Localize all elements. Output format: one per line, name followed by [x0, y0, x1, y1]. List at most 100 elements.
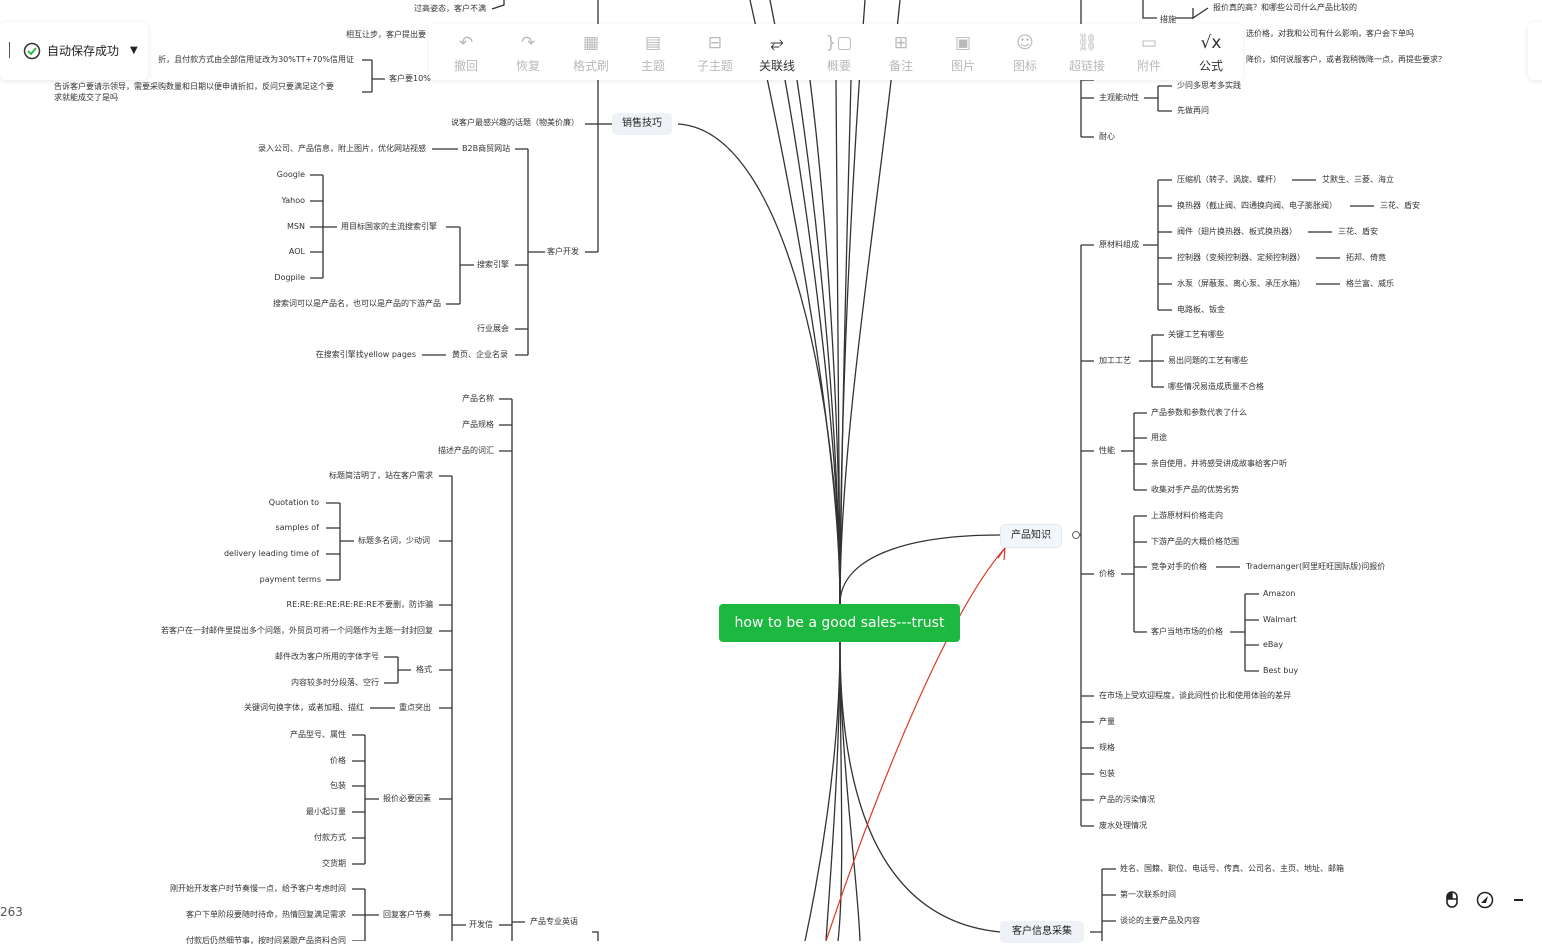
mouse-icon[interactable]: [1443, 891, 1461, 909]
node-text[interactable]: 包装: [1099, 769, 1115, 779]
node-text[interactable]: 谈论的主要产品及内容: [1120, 916, 1200, 926]
node-text[interactable]: 水泵（屏蔽泵、离心泵、承压水箱）: [1177, 279, 1305, 289]
node-text[interactable]: 姓名、国籍、职位、电话号、传真、公司名、主页、地址、邮箱: [1120, 864, 1344, 874]
node-engine[interactable]: MSN: [287, 222, 305, 232]
node-text[interactable]: 原材料组成: [1099, 240, 1139, 250]
node-engine[interactable]: Dogpile: [274, 273, 305, 283]
node-text[interactable]: 录入公司、产品信息，附上图片，优化网站视感: [258, 144, 426, 154]
node-text[interactable]: 最小起订量: [306, 807, 346, 817]
node-engine[interactable]: AOL: [289, 247, 305, 257]
node-text[interactable]: 易出问题的工艺有哪些: [1168, 356, 1248, 366]
node-shop[interactable]: Best buy: [1263, 666, 1298, 676]
format-brush-button[interactable]: ▦ 格式刷: [563, 32, 619, 74]
node-text[interactable]: 拓邦、倚竟: [1346, 253, 1386, 263]
node-text[interactable]: 付款方式: [314, 833, 346, 843]
node-text[interactable]: 三花、盾安: [1380, 201, 1420, 211]
node-text[interactable]: 若客户在一封邮件里提出多个问题，外贸员可将一个问题作为主题一封封回复: [161, 626, 433, 636]
node-text[interactable]: 用目标国家的主流搜索引擎: [341, 222, 437, 232]
node-text[interactable]: 关键工艺有哪些: [1168, 330, 1224, 340]
caret-down-icon[interactable]: ▼: [130, 43, 138, 59]
subtopic-button[interactable]: ⊟ 子主题: [687, 32, 743, 74]
node-text[interactable]: Trademanger(阿里旺旺国际版)问报价: [1246, 562, 1385, 572]
node-text[interactable]: 收集对手产品的优势劣势: [1151, 485, 1239, 495]
image-button[interactable]: ▣ 图片: [935, 32, 991, 74]
branch-sales-skills[interactable]: 销售技巧: [612, 113, 672, 135]
branch-customer-info[interactable]: 客户信息采集: [1000, 921, 1084, 943]
node-text[interactable]: 行业展会: [477, 324, 509, 334]
icon-button[interactable]: ☺ 图标: [997, 32, 1053, 74]
node-text[interactable]: 产品名称: [462, 394, 494, 404]
node-text[interactable]: 求就能成交了是吗: [54, 93, 118, 103]
node-text[interactable]: 开发信: [469, 920, 493, 930]
node-text[interactable]: 搜索引擎: [477, 260, 509, 270]
node-text[interactable]: 耐心: [1099, 132, 1115, 142]
node-text[interactable]: 性能: [1099, 446, 1115, 456]
redo-button[interactable]: ↷ 恢复: [500, 32, 556, 74]
node-text[interactable]: 黄页、企业名录: [452, 350, 508, 360]
undo-button[interactable]: ↶ 撤回: [438, 32, 494, 74]
branch-product-knowledge[interactable]: 产品知识: [1000, 524, 1062, 548]
node-text[interactable]: 说客户最感兴趣的话题（物美价廉）: [451, 118, 579, 128]
node-text[interactable]: 在搜索引擎找yellow pages: [316, 350, 416, 360]
node-text[interactable]: 产品型号、属性: [290, 730, 346, 740]
node-text[interactable]: 主观能动性: [1099, 93, 1139, 103]
node-text[interactable]: 少问多思考多实践: [1177, 81, 1241, 91]
node-text[interactable]: 标题多名词，少动词: [358, 536, 430, 546]
node-text[interactable]: 价格: [1099, 569, 1115, 579]
node-text[interactable]: 产品参数和参数代表了什么: [1151, 408, 1247, 418]
node-text[interactable]: 过高姿态，客户不满: [414, 4, 486, 14]
node-text[interactable]: 产品专业英语: [530, 917, 578, 927]
node-text[interactable]: 相互让步，客户提出要: [346, 30, 426, 40]
node-text[interactable]: 第一次联系时间: [1120, 890, 1176, 900]
node-text[interactable]: 控制器（变频控制器、定频控制器）: [1177, 253, 1305, 263]
node-text[interactable]: 回复客户节奏: [383, 910, 431, 920]
node-text[interactable]: 废水处理情况: [1099, 821, 1147, 831]
node-text[interactable]: 哪些情况易造成质量不合格: [1168, 382, 1264, 392]
node-engine[interactable]: Yahoo: [281, 196, 305, 206]
node-text[interactable]: 三花、盾安: [1338, 227, 1378, 237]
locate-icon[interactable]: [1476, 891, 1494, 909]
node-text[interactable]: 压缩机（转子、涡旋、螺杆）: [1177, 175, 1281, 185]
node-text[interactable]: 产品的污染情况: [1099, 795, 1155, 805]
node-text[interactable]: B2B商贸网站: [462, 144, 510, 154]
node-text[interactable]: payment terms: [260, 575, 321, 585]
node-text[interactable]: Quotation to: [269, 498, 319, 508]
node-text[interactable]: 内容较多时分段落、空行: [291, 678, 379, 688]
attachment-button[interactable]: ▭ 附件: [1121, 32, 1177, 74]
node-text[interactable]: 先做再问: [1177, 106, 1209, 116]
node-text[interactable]: 标题简洁明了，站在客户需求: [329, 471, 433, 481]
node-text[interactable]: delivery leading time of: [224, 549, 319, 559]
node-text[interactable]: 选价格，对我和公司有什么影响，客户会下单吗: [1246, 29, 1414, 39]
node-text[interactable]: 竞争对手的价格: [1151, 562, 1207, 572]
node-text[interactable]: 报价真的高？和哪些公司什么产品比较的: [1213, 3, 1357, 13]
node-text[interactable]: 格式: [416, 665, 432, 675]
node-text[interactable]: 描述产品的词汇: [438, 446, 494, 456]
central-topic[interactable]: how to be a good sales---trust: [719, 604, 960, 642]
node-text[interactable]: 降价，如何说服客户，或者我稍微降一点，再提些要求？: [1246, 55, 1446, 65]
relation-line-button[interactable]: ⥂ 关联线: [749, 32, 805, 74]
node-text[interactable]: 搜索词可以是产品名，也可以是产品的下游产品: [273, 299, 441, 309]
node-text[interactable]: 下游产品的大概价格范围: [1151, 537, 1239, 547]
node-shop[interactable]: Amazon: [1263, 589, 1295, 599]
node-text[interactable]: 价格: [330, 756, 346, 766]
node-text[interactable]: 上游原材料价格走向: [1151, 511, 1223, 521]
node-text[interactable]: 用途: [1151, 433, 1167, 443]
node-text[interactable]: 客户要10%: [389, 74, 431, 84]
node-text[interactable]: 规格: [1099, 743, 1115, 753]
node-text[interactable]: 付款后仍然细节事，按时间紧跟产品资料合同: [186, 936, 346, 946]
node-text[interactable]: 电路板、钣金: [1177, 305, 1225, 315]
node-text[interactable]: 艾默生、三菱、海立: [1322, 175, 1394, 185]
node-text[interactable]: RE:RE:RE:RE:RE:RE:RE不要删，防诈骗: [287, 600, 433, 610]
note-button[interactable]: ⊞ 备注: [873, 32, 929, 74]
zoom-out-icon[interactable]: [1514, 899, 1523, 901]
formula-button[interactable]: √x 公式: [1183, 32, 1239, 74]
summary-button[interactable]: }▢ 概要: [811, 32, 867, 74]
node-shop[interactable]: Walmart: [1263, 615, 1297, 625]
node-text[interactable]: 报价必要因素: [383, 794, 431, 804]
node-text[interactable]: 折，且付款方式由全部信用证改为30%TT+70%信用证: [158, 55, 354, 65]
node-text[interactable]: 邮件改为客户所用的字体字号: [275, 652, 379, 662]
node-customer-dev[interactable]: 客户开发: [547, 247, 579, 257]
node-text[interactable]: 客户当地市场的价格: [1151, 627, 1223, 637]
node-text[interactable]: 产量: [1099, 717, 1115, 727]
node-text[interactable]: 客户下单阶段要随时待命，热情回复满足需求: [186, 910, 346, 920]
